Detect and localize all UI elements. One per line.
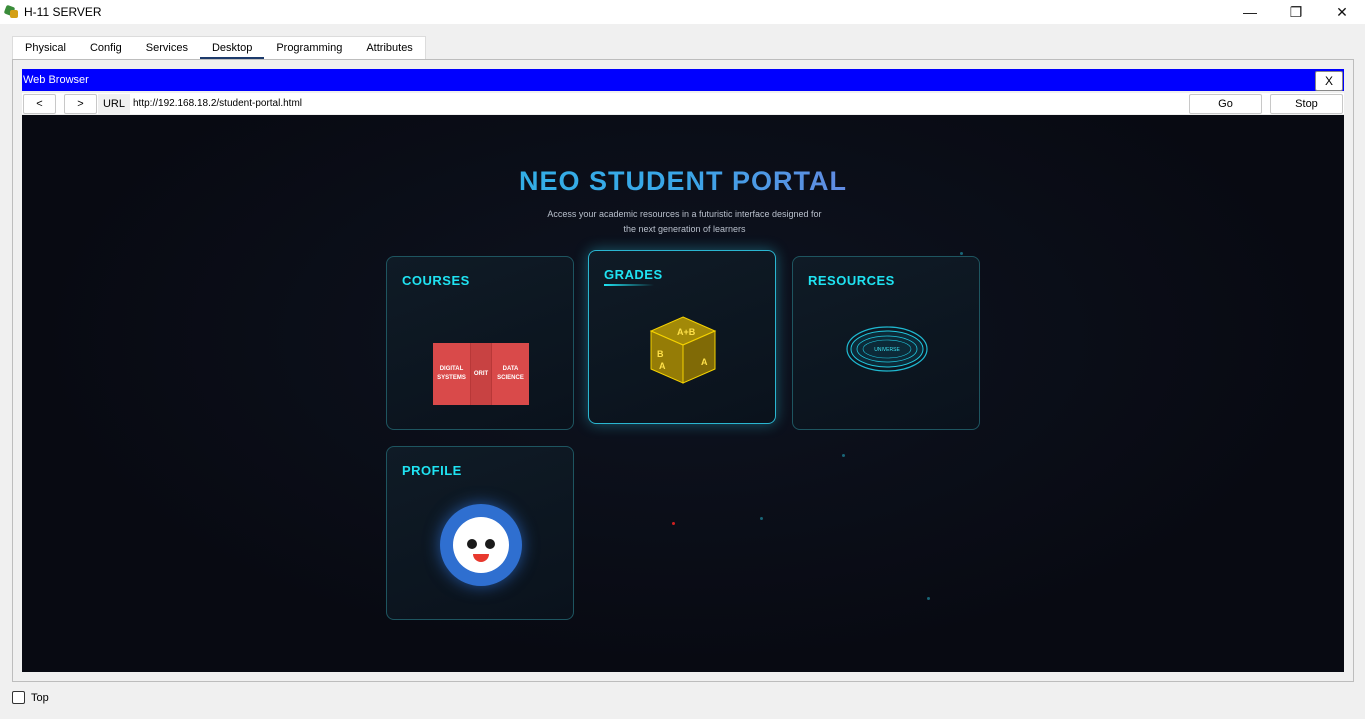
svg-text:A+B: A+B xyxy=(677,327,696,337)
tab-programming[interactable]: Programming xyxy=(264,37,354,59)
window-titlebar: H-11 SERVER — ❐ ✕ xyxy=(0,0,1365,24)
web-browser-titlebar: Web Browser xyxy=(22,69,1344,91)
browser-close-button[interactable]: X xyxy=(1315,71,1343,91)
avatar-face-icon xyxy=(453,517,509,573)
top-checkbox-label: Top xyxy=(31,691,49,704)
courses-card[interactable]: COURSES DIGITAL SYSTEMS ORIT DATA SCIENC… xyxy=(386,256,574,430)
go-button[interactable]: Go xyxy=(1189,94,1262,114)
book-spine: ORIT xyxy=(471,343,491,405)
grades-card-title: GRADES xyxy=(604,267,663,282)
top-checkbox[interactable] xyxy=(12,691,25,704)
url-label: URL xyxy=(98,94,130,114)
book-left-page: DIGITAL SYSTEMS xyxy=(433,343,471,405)
planet-text: UNIVERSE xyxy=(874,347,900,353)
window-title: H-11 SERVER xyxy=(24,5,102,19)
particle xyxy=(672,522,675,525)
particle xyxy=(760,517,763,520)
svg-text:A: A xyxy=(701,357,708,367)
courses-card-title: COURSES xyxy=(402,273,470,288)
grades-title-underline xyxy=(604,284,654,286)
svg-text:B: B xyxy=(657,349,664,359)
forward-button[interactable]: > xyxy=(64,94,97,114)
portal-subtitle: Access your academic resources in a futu… xyxy=(522,207,847,237)
avatar-right-eye xyxy=(485,539,495,549)
stop-button[interactable]: Stop xyxy=(1270,94,1343,114)
book-icon: DIGITAL SYSTEMS ORIT DATA SCIENCE xyxy=(433,343,529,405)
profile-card[interactable]: PROFILE xyxy=(386,446,574,620)
profile-card-title: PROFILE xyxy=(402,463,462,478)
particle xyxy=(842,454,845,457)
restore-button[interactable]: ❐ xyxy=(1273,0,1319,24)
portal-title: NEO STUDENT PORTAL xyxy=(22,166,1344,197)
url-input[interactable] xyxy=(131,94,1181,114)
tab-attributes[interactable]: Attributes xyxy=(354,37,424,59)
subtitle-line-1: Access your academic resources in a futu… xyxy=(547,209,822,219)
tab-services[interactable]: Services xyxy=(134,37,200,59)
tab-physical[interactable]: Physical xyxy=(13,37,78,59)
packet-tracer-app-icon xyxy=(3,4,20,20)
book-right-page: DATA SCIENCE xyxy=(491,343,529,405)
resources-card[interactable]: RESOURCES UNIVERSE xyxy=(792,256,980,430)
tab-desktop[interactable]: Desktop xyxy=(199,37,265,60)
grade-cube-icon: A+B B A A xyxy=(649,316,717,384)
planet-icon: UNIVERSE xyxy=(846,326,928,372)
portal-page: NEO STUDENT PORTAL Access your academic … xyxy=(22,115,1344,672)
particle xyxy=(960,252,963,255)
close-window-button[interactable]: ✕ xyxy=(1319,0,1365,24)
avatar-mouth xyxy=(473,554,489,562)
particle xyxy=(927,597,930,600)
resources-card-title: RESOURCES xyxy=(808,273,895,288)
grades-card[interactable]: GRADES A+B B A A xyxy=(588,250,776,424)
tab-config[interactable]: Config xyxy=(78,37,134,59)
avatar xyxy=(440,504,522,586)
device-tabs: Physical Config Services Desktop Program… xyxy=(12,36,426,60)
svg-text:A: A xyxy=(659,361,666,371)
minimize-button[interactable]: — xyxy=(1227,0,1273,24)
subtitle-line-2: the next generation of learners xyxy=(623,224,746,234)
back-button[interactable]: < xyxy=(23,94,56,114)
top-checkbox-row: Top xyxy=(12,691,49,704)
avatar-left-eye xyxy=(467,539,477,549)
